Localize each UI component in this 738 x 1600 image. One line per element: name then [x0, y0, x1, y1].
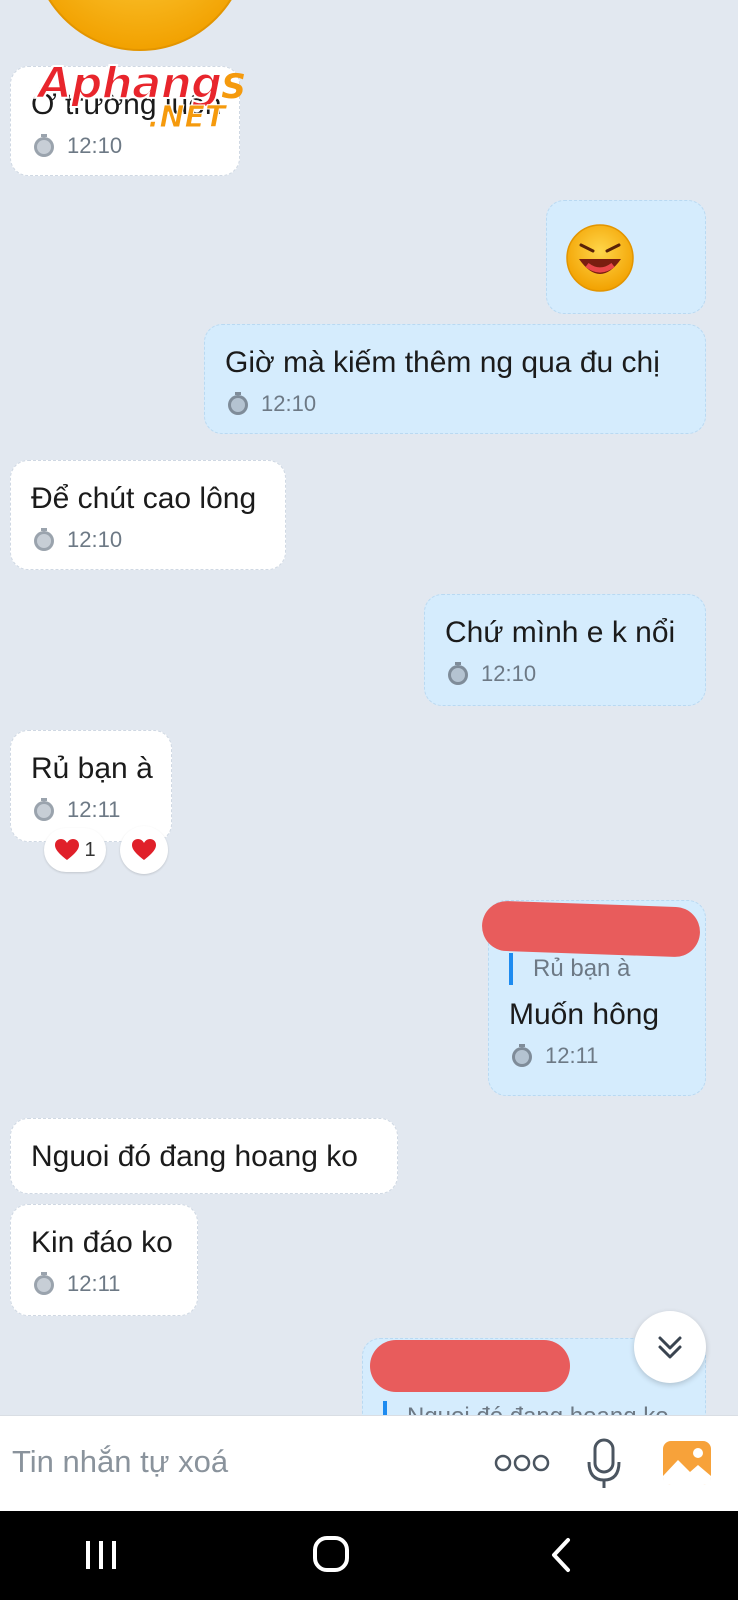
message-time: 12:11 [545, 1043, 599, 1068]
message-text: Rủ bạn à [31, 752, 153, 785]
scroll-to-bottom-button[interactable] [634, 1311, 706, 1383]
message-text: Giờ mà kiếm thêm ng qua đu chị [225, 346, 660, 379]
redaction-mark [481, 900, 701, 958]
recent-apps-icon[interactable] [84, 1539, 118, 1571]
message-incoming[interactable]: Để chút cao lông 12:10 [10, 460, 286, 570]
timer-icon [228, 392, 248, 415]
heart-icon [55, 839, 80, 860]
reaction-count: 1 [84, 838, 96, 861]
message-time: 12:11 [67, 1271, 121, 1296]
timer-icon [34, 134, 54, 157]
message-time: 12:10 [261, 391, 317, 416]
add-reaction-button[interactable] [120, 826, 168, 874]
message-input[interactable]: Tin nhắn tự xoá [12, 1444, 228, 1480]
more-options-icon[interactable] [494, 1454, 550, 1472]
timer-icon [448, 662, 468, 685]
message-text: Muốn hông [509, 998, 660, 1031]
message-incoming[interactable]: Rủ bạn à 12:11 [10, 730, 172, 842]
heart-icon [132, 839, 156, 860]
chat-area[interactable]: Ở trường luôn 12:10 AphangS .NET Giờ mà … [0, 0, 738, 1415]
message-input-bar: Tin nhắn tự xoá [0, 1415, 738, 1512]
laughing-face-icon [566, 224, 634, 292]
watermark-logo: AphangS .NET [37, 57, 246, 136]
message-text: Kin đáo ko [31, 1226, 173, 1259]
timer-icon [34, 798, 54, 821]
message-text: Nguoi đó đang hoang ko [31, 1140, 358, 1173]
logo-net: .NET [147, 100, 226, 136]
reaction-count-badge[interactable]: 1 [44, 828, 106, 872]
message-incoming[interactable]: Kin đáo ko 12:11 [10, 1204, 198, 1316]
microphone-icon[interactable] [586, 1438, 622, 1490]
message-outgoing[interactable]: Giờ mà kiếm thêm ng qua đu chị 12:10 [204, 324, 706, 434]
message-text: Chứ mình e k nổi [445, 616, 676, 649]
message-time: 12:10 [67, 133, 123, 158]
quoted-message[interactable]: Rủ bạn à [509, 953, 685, 985]
message-time: 12:10 [67, 527, 123, 552]
timer-icon [34, 1272, 54, 1295]
message-time: 12:11 [67, 797, 121, 822]
system-navigation-bar [0, 1511, 738, 1600]
message-time: 12:10 [481, 661, 537, 686]
message-outgoing-emoji[interactable] [546, 200, 706, 314]
double-chevron-down-icon [658, 1336, 682, 1359]
message-incoming[interactable]: Nguoi đó đang hoang ko [10, 1118, 398, 1194]
redaction-mark [370, 1340, 570, 1392]
laughing-emoji-top [48, 0, 232, 51]
home-icon[interactable] [312, 1535, 350, 1573]
message-text: Để chút cao lông [31, 482, 257, 515]
message-outgoing[interactable]: Chứ mình e k nổi 12:10 [424, 594, 706, 706]
back-icon[interactable] [550, 1537, 572, 1573]
timer-icon [512, 1044, 532, 1067]
quoted-message[interactable]: Nguoi đó đang hoang ko [383, 1401, 685, 1415]
image-icon[interactable] [662, 1440, 712, 1486]
timer-icon [34, 528, 54, 551]
